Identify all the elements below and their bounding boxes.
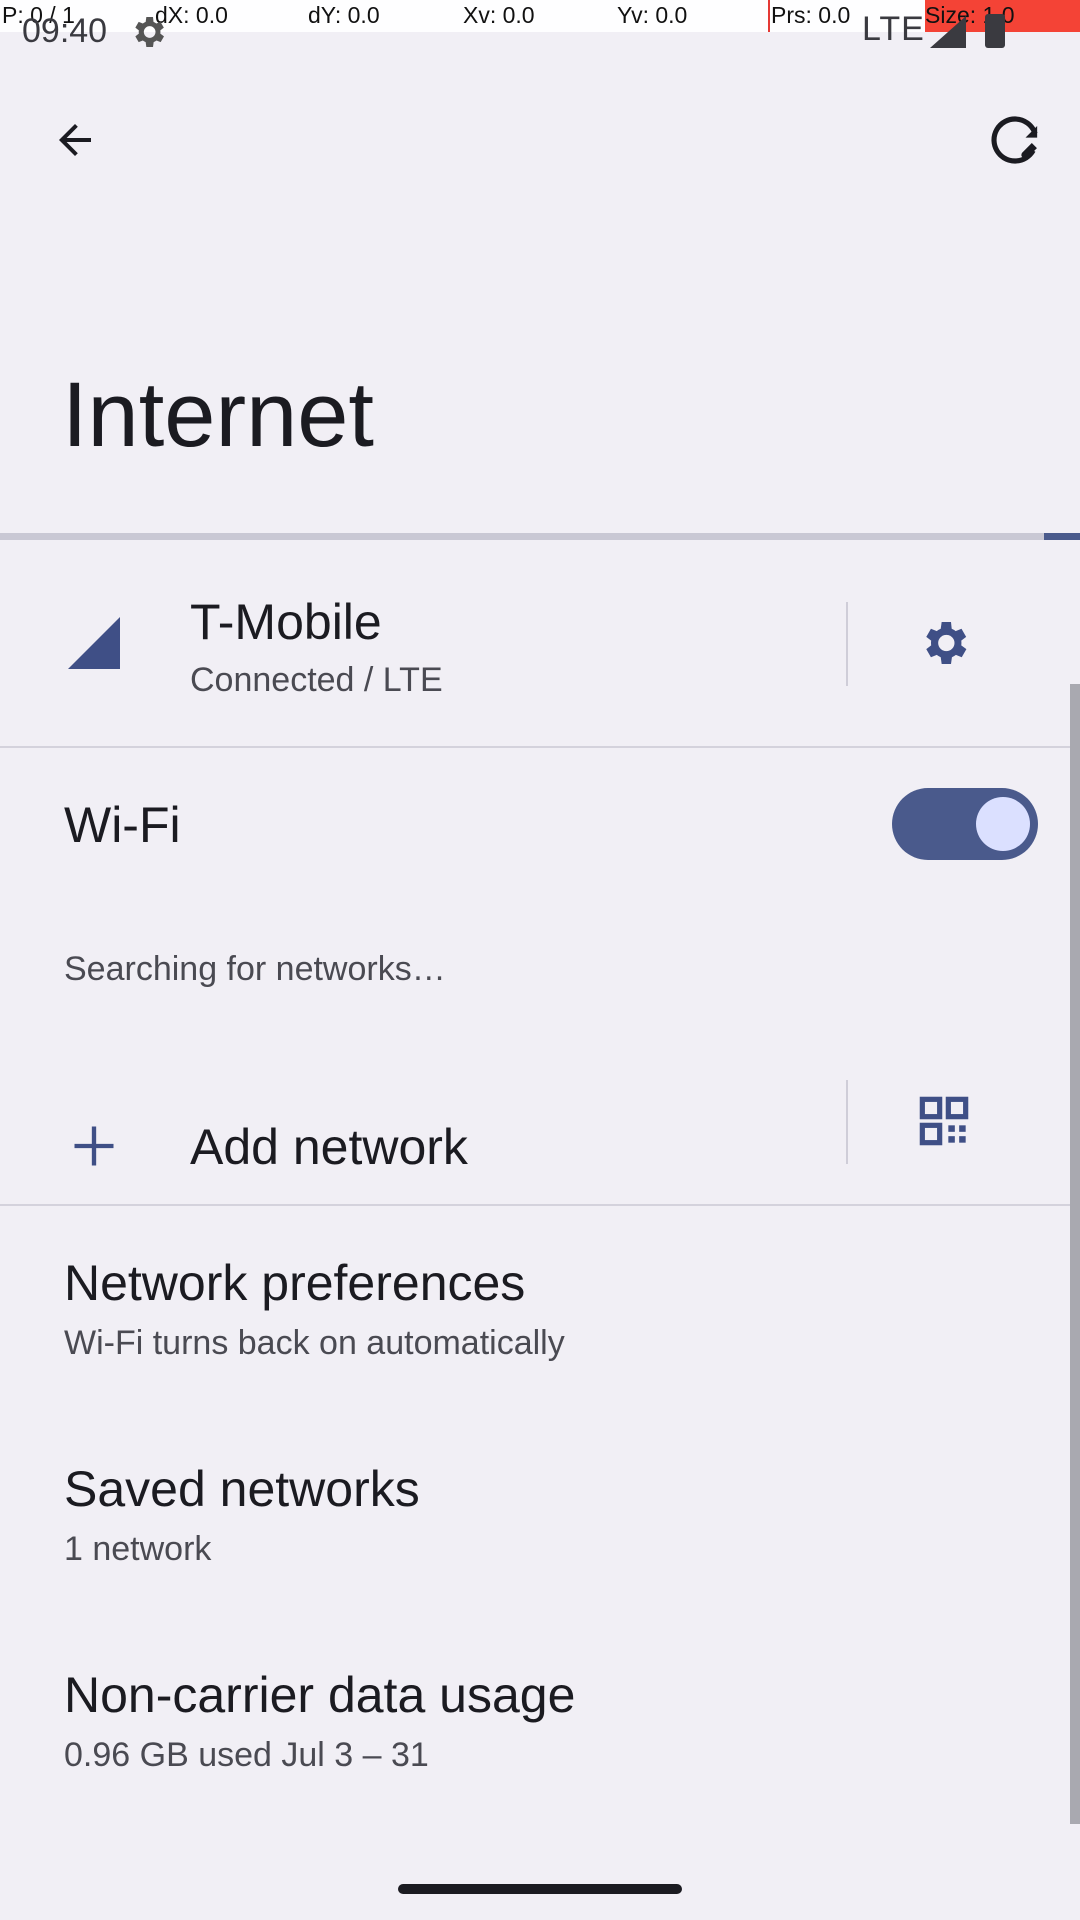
debug-xv: Xv: 0.0 [463, 2, 535, 28]
qr-code-scan-icon [919, 1096, 969, 1146]
status-time: 09:40 [22, 12, 108, 50]
carrier-status: Connected / LTE [190, 661, 443, 699]
refresh-wrench-icon [991, 116, 1038, 164]
status-network-type: LTE [862, 10, 925, 48]
scrollbar[interactable] [1070, 684, 1080, 1824]
gear-icon [926, 622, 967, 664]
wifi-toggle[interactable] [892, 788, 1038, 860]
list-item-non-carrier-data-usage[interactable]: Non-carrier data usage 0.96 GB used Jul … [0, 1622, 1080, 1822]
list-item-summary: 0.96 GB used Jul 3 – 31 [64, 1736, 429, 1774]
debug-dy: dY: 0.0 [308, 2, 380, 28]
settings-gear-icon [135, 17, 164, 47]
add-network-label: Add network [190, 1119, 468, 1175]
carrier-settings-button[interactable] [904, 608, 984, 678]
divider [0, 1204, 1080, 1206]
signal-icon [930, 16, 966, 48]
page-title: Internet [62, 364, 374, 466]
battery-icon [985, 14, 1005, 48]
list-item-title: Network preferences [64, 1255, 526, 1311]
debug-yv: Yv: 0.0 [617, 2, 688, 28]
progress-indicator [1044, 533, 1080, 540]
scan-qr-button[interactable] [904, 1086, 984, 1156]
list-item-title: Saved networks [64, 1461, 420, 1517]
carrier-name: T-Mobile [190, 594, 382, 650]
gesture-nav-handle[interactable] [398, 1884, 682, 1894]
toggle-thumb [976, 797, 1030, 851]
progress-track [0, 533, 1080, 540]
back-button[interactable] [40, 105, 110, 175]
cell-signal-icon [68, 617, 120, 669]
list-item-summary: 1 network [64, 1530, 212, 1568]
list-item-summary: Wi-Fi turns back on automatically [64, 1324, 565, 1362]
list-item-saved-networks[interactable]: Saved networks 1 network [0, 1416, 1080, 1616]
list-item-title: Non-carrier data usage [64, 1667, 576, 1723]
refresh-button[interactable] [980, 105, 1050, 175]
searching-status: Searching for networks… [64, 950, 446, 988]
wifi-label: Wi-Fi [64, 797, 181, 853]
carrier-separator [846, 602, 848, 686]
debug-divider [768, 0, 770, 32]
add-network-separator [846, 1080, 848, 1164]
plus-icon [74, 1126, 114, 1166]
arrow-back-icon [59, 124, 91, 156]
debug-prs: Prs: 0.0 [771, 2, 851, 28]
list-item-network-preferences[interactable]: Network preferences Wi-Fi turns back on … [0, 1210, 1080, 1410]
